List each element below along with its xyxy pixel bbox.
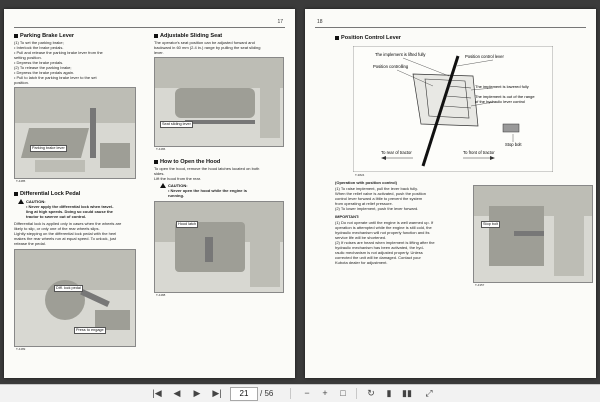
warning-triangle-icon — [160, 183, 166, 188]
last-page-icon[interactable]: ▶| — [210, 388, 224, 399]
diagram-label-lifted: The implement is lifted fully — [375, 52, 426, 57]
viewer-toolbar: |◀ ◀ ▶ ▶| 21 / 56 − + □ ↻ ▮ ▮▮ ⤢ — [0, 384, 600, 402]
parking-brake-text: (1) To set the parking brake; • Interloc… — [14, 40, 103, 85]
fit-icon[interactable]: □ — [336, 388, 350, 399]
figure-sliding-seat — [154, 57, 284, 147]
text-line: (2) To lower implement, push the lever f… — [335, 206, 419, 211]
operation-heading: (Operation with position control) — [335, 180, 397, 185]
differential-lock-text: Differential lock is applied only in cas… — [14, 221, 121, 246]
square-bullet-icon — [154, 34, 158, 38]
page-total: / 56 — [260, 389, 274, 398]
page-number: 17 — [277, 19, 283, 25]
square-bullet-icon — [154, 160, 158, 164]
caution-differential-lock: CAUTION: • Never apply the differential … — [18, 199, 113, 219]
figure-code: T-4357 — [475, 283, 485, 287]
page-right: 18 Position Control Lever The implement … — [305, 9, 596, 378]
warning-triangle-icon — [18, 199, 24, 204]
text-line: backward in 60 mm (2.4 in.) range by pul… — [154, 45, 261, 50]
header-rule — [14, 27, 285, 28]
page-left: 17 Parking Brake Lever (1) To set the pa… — [4, 9, 295, 378]
figure-stop-bolt — [473, 185, 593, 283]
callout-stop-bolt: Stop bolt — [481, 221, 500, 228]
callout-parking-brake-lever: Parking brake lever — [30, 145, 67, 152]
text-line: To open the hood, remove the hood latche… — [154, 166, 260, 171]
rotate-icon[interactable]: ↻ — [364, 388, 378, 399]
hood-text: To open the hood, remove the hood latche… — [154, 166, 259, 181]
caution-line: tractor to swerve out of control. — [26, 214, 87, 219]
text-line: release the pedal. — [14, 241, 46, 246]
diagram-label-stop-bolt: Stop bolt — [505, 142, 522, 147]
callout-hood-latch: Hood latch — [176, 221, 199, 228]
diagram-label-lowered: The implement is lowered fully — [475, 84, 529, 89]
fullscreen-icon[interactable]: ⤢ — [422, 388, 436, 399]
diagram-position-control-lever: The implement is lifted fully Position c… — [353, 46, 553, 172]
diagram-label-lever: Position control lever — [465, 54, 504, 59]
caution-open-hood: CAUTION: • Never open the hood while the… — [160, 183, 247, 198]
page-number-input[interactable]: 21 — [230, 387, 258, 401]
important-text: (1) Do not operate until the engine is w… — [335, 220, 435, 265]
callout-seat-sliding-lever: Seat sliding lever — [160, 121, 193, 128]
text-line: Kubota dealer for adjustment. — [335, 260, 388, 265]
square-bullet-icon — [14, 34, 18, 38]
callout-diff-lock-pedal: Diff. lock pedal — [54, 285, 83, 292]
figure-code: T-3824 — [355, 173, 365, 177]
figure-parking-brake — [14, 87, 136, 179]
section-title-position-control: Position Control Lever — [335, 35, 401, 41]
next-page-icon[interactable]: ▶ — [190, 388, 204, 399]
important-label: IMPORTANT: — [335, 214, 360, 219]
seat-text: The operator's seat position can be adju… — [154, 40, 261, 55]
section-title-open-hood: How to Open the Hood — [154, 159, 220, 165]
zoom-in-icon[interactable]: + — [318, 388, 332, 399]
text-line: position. — [14, 80, 29, 85]
diagram-label-to-front: To front of tractor — [463, 150, 495, 155]
single-page-icon[interactable]: ▮ — [382, 388, 396, 399]
operation-text: (1) To raise implement, pull the lever b… — [335, 186, 426, 211]
diagram-label-position-controlling: Position controlling — [373, 64, 409, 69]
caution-line: running. — [168, 193, 184, 198]
text-line: Lift the hood from the rear. — [154, 176, 201, 181]
section-title-differential-lock: Differential Lock Pedal — [14, 191, 80, 197]
text-line: lever. — [154, 50, 164, 55]
section-title-parking-brake: Parking Brake Lever — [14, 33, 74, 39]
page-number: 18 — [317, 19, 323, 25]
section-title-adjustable-seat: Adjustable Sliding Seat — [154, 33, 222, 39]
diagram-label-to-rear: To rear of tractor — [381, 150, 412, 155]
square-bullet-icon — [14, 192, 18, 196]
toolbar-separator — [290, 388, 291, 399]
prev-page-icon[interactable]: ◀ — [170, 388, 184, 399]
document-viewer: 17 Parking Brake Lever (1) To set the pa… — [0, 0, 600, 402]
zoom-out-icon[interactable]: − — [300, 388, 314, 399]
figure-code: T-4485 — [16, 179, 26, 183]
diagram-label-out-of-range-2: of the hydraulic lever control — [475, 99, 525, 104]
toolbar-separator — [356, 388, 357, 399]
figure-code: T-4489 — [16, 347, 26, 351]
header-rule — [315, 27, 586, 28]
two-page-icon[interactable]: ▮▮ — [400, 388, 414, 399]
square-bullet-icon — [335, 36, 339, 40]
figure-hood-latch — [154, 201, 284, 293]
first-page-icon[interactable]: |◀ — [150, 388, 164, 399]
callout-press-to-engage: Press to engage — [74, 327, 106, 334]
figure-code: T-4488 — [156, 293, 166, 297]
figure-code: T-4486 — [156, 147, 166, 151]
